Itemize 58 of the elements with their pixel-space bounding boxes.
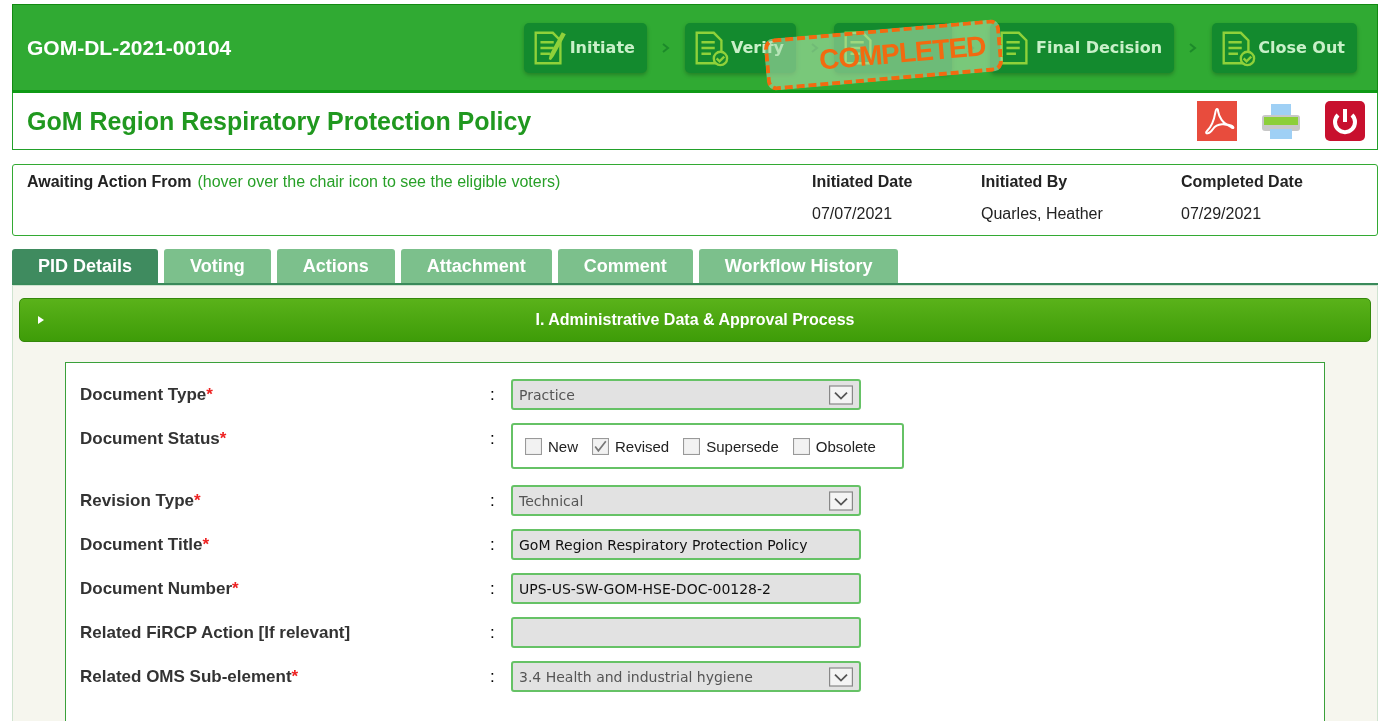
caret-icon — [38, 316, 44, 324]
colon: : — [490, 384, 496, 405]
tab[interactable]: Comment — [557, 249, 693, 283]
workflow-step[interactable]: Verify — [684, 22, 797, 73]
tab[interactable]: Attachment — [400, 249, 552, 283]
tab[interactable]: PID Details — [12, 249, 159, 283]
awaiting-hint: (hover over the chair icon to see the eligible voters) — [197, 173, 561, 190]
info-label: Initiated Date — [812, 173, 914, 191]
info-value: Quarles, Heather — [981, 205, 1104, 223]
colon: : — [490, 666, 496, 687]
tab[interactable]: Workflow History — [698, 249, 899, 283]
input-field[interactable] — [511, 617, 861, 648]
tab[interactable]: Actions — [276, 249, 395, 283]
document-id: GOM-DL-2021-00104 — [27, 35, 233, 60]
checkbox-label: Supersede — [706, 437, 779, 455]
dropdown-button[interactable] — [829, 384, 853, 405]
input-field[interactable]: GoM Region Respiratory Protection Policy — [511, 529, 861, 560]
checkbox[interactable] — [683, 437, 701, 455]
workflow-step[interactable]: Close Out — [1212, 22, 1357, 73]
checkbox-label: Revised — [615, 437, 670, 455]
checkbox[interactable] — [592, 437, 609, 455]
checkbox[interactable] — [792, 437, 810, 455]
tab[interactable]: Voting — [164, 249, 271, 283]
workflow-step[interactable]: Initiate — [523, 22, 647, 73]
info-value: 07/29/2021 — [1181, 205, 1263, 223]
colon: : — [490, 490, 496, 511]
field-label: Related OMS Sub-element* — [80, 666, 300, 687]
dropdown-button[interactable] — [829, 490, 853, 511]
colon: : — [490, 578, 496, 599]
workflow-step[interactable]: Final Decision — [990, 22, 1175, 73]
chevron-icon — [1188, 41, 1199, 54]
field-label: Document Status* — [80, 428, 228, 449]
field-label: Document Type* — [80, 384, 214, 405]
chevron-icon — [810, 41, 821, 54]
checkbox[interactable] — [525, 437, 542, 455]
page-title: GoM Region Respiratory Protection Policy — [27, 106, 532, 136]
checkbox-label: New — [548, 437, 578, 455]
section-header[interactable]: I. Administrative Data & Approval Process — [19, 298, 1371, 342]
info-value: 07/07/2021 — [812, 205, 894, 223]
colon: : — [490, 622, 496, 643]
power-button[interactable] — [1325, 101, 1365, 141]
info-label: Initiated By — [981, 173, 1069, 191]
checkbox-label: Obsolete — [815, 437, 876, 455]
dropdown-button[interactable] — [829, 666, 853, 687]
colon: : — [490, 534, 496, 555]
pdf-button[interactable] — [1197, 101, 1237, 141]
awaiting-label: Awaiting Action From — [27, 173, 192, 190]
field-label: Revision Type* — [80, 490, 202, 511]
chevron-icon — [660, 41, 671, 54]
field-label: Document Number* — [80, 578, 240, 599]
colon: : — [490, 428, 496, 449]
input-field[interactable]: UPS-US-SW-GOM-HSE-DOC-00128-2 — [511, 573, 861, 604]
select-field[interactable]: Technical — [511, 485, 861, 516]
select-field[interactable]: Practice — [511, 379, 861, 410]
select-field[interactable]: 3.4 Health and industrial hygiene — [511, 661, 861, 692]
field-label: Related FiRCP Action [If relevant] — [80, 622, 352, 643]
field-label: Document Title* — [80, 534, 211, 555]
info-label: Completed Date — [1181, 173, 1303, 191]
